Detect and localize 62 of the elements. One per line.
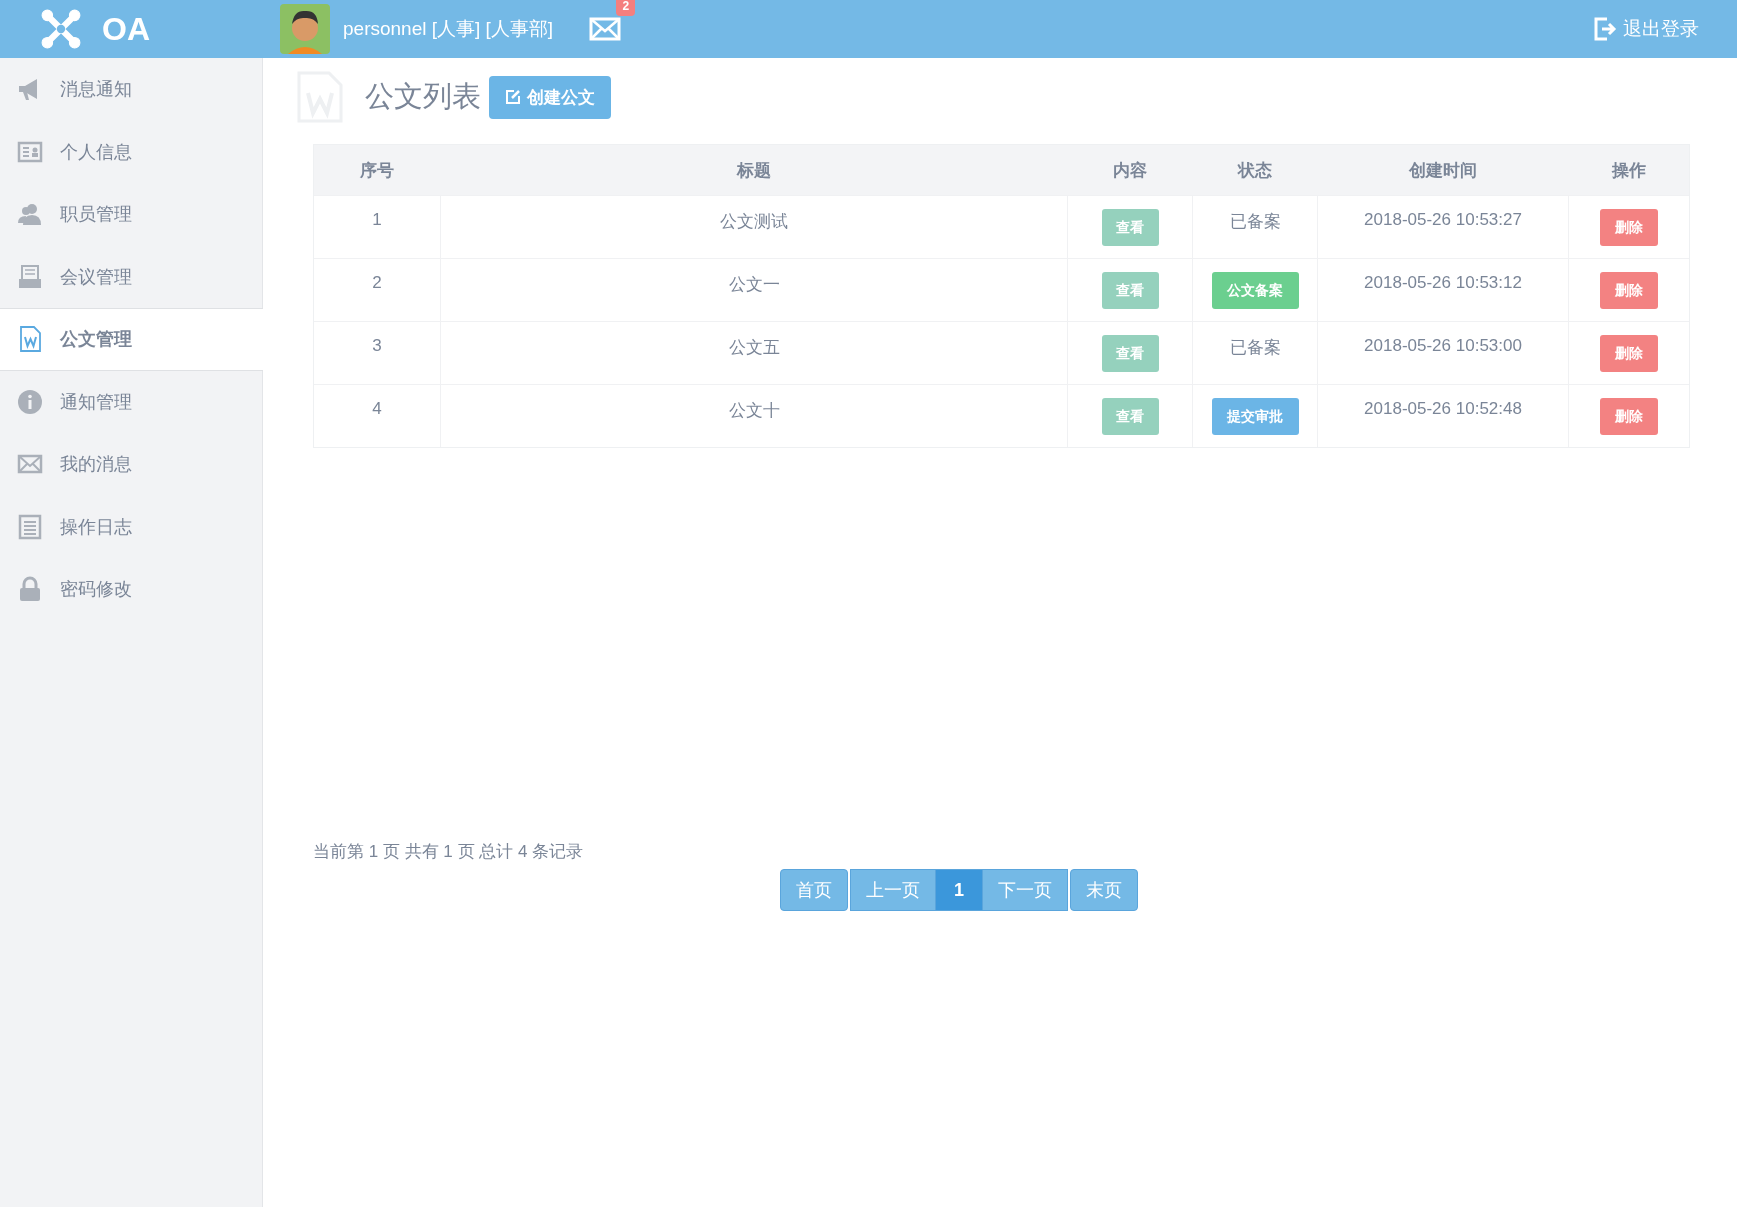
sidebar-item[interactable]: 消息通知 — [0, 58, 262, 121]
table-cell: 4 — [372, 399, 382, 419]
column-header: 序号 — [359, 159, 395, 182]
page-button[interactable]: 下一页 — [982, 869, 1068, 911]
column-header: 内容 — [1111, 159, 1148, 182]
sidebar-item[interactable]: 职员管理 — [0, 183, 262, 246]
view-button[interactable]: 查看 — [1101, 209, 1159, 246]
delete-button[interactable]: 删除 — [1600, 398, 1658, 435]
avatar-picture — [280, 4, 330, 54]
people-icon — [17, 201, 43, 228]
list-icon — [17, 513, 43, 540]
delete-button[interactable]: 删除 — [1600, 272, 1658, 309]
table-cell: 2018-05-26 10:53:00 — [1364, 336, 1522, 356]
logo-icon — [40, 8, 82, 50]
view-button[interactable]: 查看 — [1101, 272, 1159, 309]
table-cell-text: 公文测试 — [720, 211, 788, 233]
sidebar-item[interactable]: 我的消息 — [0, 433, 262, 496]
status-text: 已备案 — [1229, 211, 1281, 233]
table-cell: 2018-05-26 10:53:12 — [1364, 273, 1522, 293]
status-action-button[interactable]: 公文备案 — [1211, 272, 1299, 309]
table-cell: 2018-05-26 10:52:48 — [1364, 399, 1522, 419]
sidebar-item[interactable]: 通知管理 — [0, 370, 262, 433]
pagination-summary: 当前第 1 页 共有 1 页 总计 4 条记录 — [313, 841, 585, 863]
column-header: 操作 — [1610, 159, 1647, 182]
mail-icon[interactable] — [589, 17, 622, 41]
status-text: 已备案 — [1229, 337, 1281, 359]
logout-icon — [1593, 16, 1617, 42]
status-action-button[interactable]: 提交审批 — [1211, 398, 1299, 435]
column-header: 创建时间 — [1407, 159, 1478, 182]
delete-button[interactable]: 删除 — [1600, 335, 1658, 372]
document-icon — [17, 326, 43, 353]
logout-link[interactable]: 退出登录 — [1593, 16, 1699, 42]
table-cell: 1 — [372, 210, 382, 230]
table-cell-text: 公文五 — [728, 337, 780, 359]
sidebar-item[interactable]: 操作日志 — [0, 495, 262, 558]
table-cell: 2 — [372, 273, 382, 293]
table-cell: 3 — [372, 336, 382, 356]
app-logo-text: OA — [102, 10, 151, 48]
table-cell-text: 公文一 — [728, 274, 780, 296]
column-header: 标题 — [735, 159, 772, 182]
column-header: 状态 — [1236, 159, 1273, 182]
view-button[interactable]: 查看 — [1101, 335, 1159, 372]
page-button[interactable]: 末页 — [1070, 869, 1138, 911]
sidebar-item[interactable]: 公文管理 — [0, 308, 263, 371]
page-title: 公文列表 — [365, 79, 481, 114]
page-button[interactable]: 首页 — [780, 869, 848, 911]
lock-icon — [17, 576, 43, 603]
create-document-button[interactable]: 创建公文 — [489, 75, 611, 119]
page-button[interactable]: 上一页 — [850, 869, 936, 911]
view-button[interactable]: 查看 — [1101, 398, 1159, 435]
sidebar-item[interactable]: 密码修改 — [0, 558, 262, 621]
table-cell-text: 公文十 — [728, 400, 780, 422]
delete-button[interactable]: 删除 — [1600, 209, 1658, 246]
unread-count-badge: 2 — [616, 0, 636, 16]
user-name: personnel [人事] [人事部] — [343, 17, 554, 41]
edit-icon — [505, 89, 521, 105]
info-icon — [17, 388, 43, 415]
sidebar-item[interactable]: 会议管理 — [0, 245, 262, 308]
page-button[interactable]: 1 — [935, 869, 983, 911]
tray-icon — [17, 263, 43, 290]
table-cell: 2018-05-26 10:53:27 — [1364, 210, 1522, 230]
sidebar-item[interactable]: 个人信息 — [0, 120, 262, 183]
